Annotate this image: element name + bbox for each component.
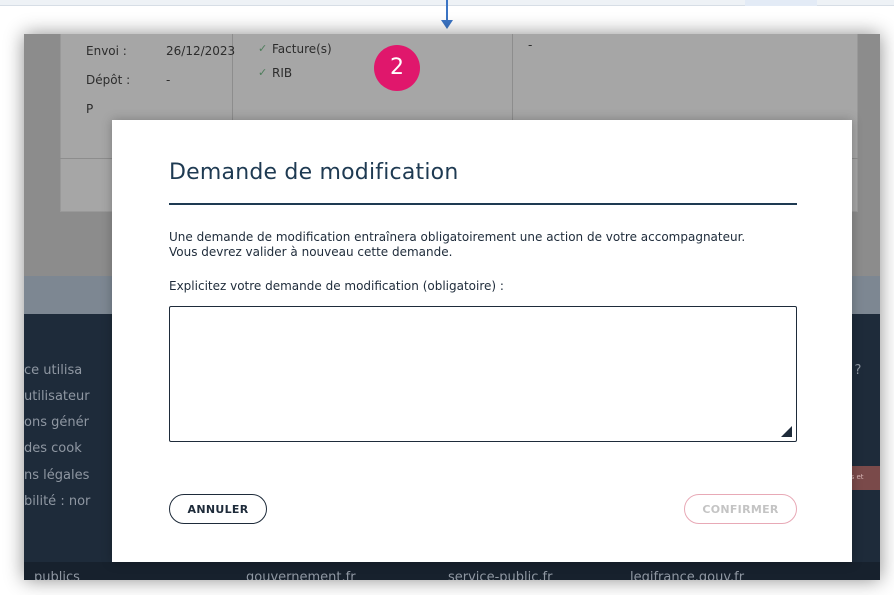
footer-link: ons génér (24, 415, 89, 430)
step-badge: 2 (374, 45, 420, 91)
footer-link: ce utilisa (24, 363, 83, 378)
right-value: - (528, 38, 533, 52)
envoi-value: 26/12/2023 (166, 44, 236, 58)
title-divider (169, 203, 797, 205)
resize-handle-icon[interactable] (781, 426, 792, 437)
gov-link: publics (34, 570, 80, 580)
check-icon: ✓ (258, 42, 268, 55)
footer-link: ns légales (24, 468, 90, 483)
pointer-arrow-icon (446, 0, 448, 22)
gov-link: gouvernement.fr (246, 570, 356, 580)
depot-value: - (166, 73, 171, 87)
field-label: Explicitez votre demande de modification… (169, 279, 504, 293)
confirm-button[interactable]: CONFIRMER (684, 494, 797, 524)
depot-label: Dépôt : (86, 73, 131, 87)
gov-link: service-public.fr (448, 570, 553, 580)
doc-item: RIB (272, 66, 293, 80)
envoi-label: Envoi : (86, 44, 127, 58)
gov-link: legifrance.gouv.fr (630, 570, 745, 580)
check-icon: ✓ (258, 66, 268, 79)
dialog-title: Demande de modification (169, 160, 459, 185)
background-fragment: P (86, 102, 94, 116)
cancel-button[interactable]: ANNULER (169, 494, 267, 524)
modification-textarea[interactable] (169, 306, 797, 442)
modification-dialog: Demande de modification Une demande de m… (112, 120, 852, 562)
screenshot-stage: Envoi : 26/12/2023 Dépôt : - P ✓ Facture… (0, 0, 894, 595)
arrow-head-icon (441, 20, 453, 29)
footer-link: des cook (24, 441, 82, 456)
doc-item: Facture(s) (272, 42, 332, 56)
top-strip-tab (745, 0, 817, 6)
footer-link: utilisateur (24, 389, 90, 404)
dialog-description: Une demande de modification entraînera o… (169, 230, 746, 259)
footer-link: bilité : nor (24, 494, 91, 509)
screenshot-frame: Envoi : 26/12/2023 Dépôt : - P ✓ Facture… (24, 34, 880, 580)
